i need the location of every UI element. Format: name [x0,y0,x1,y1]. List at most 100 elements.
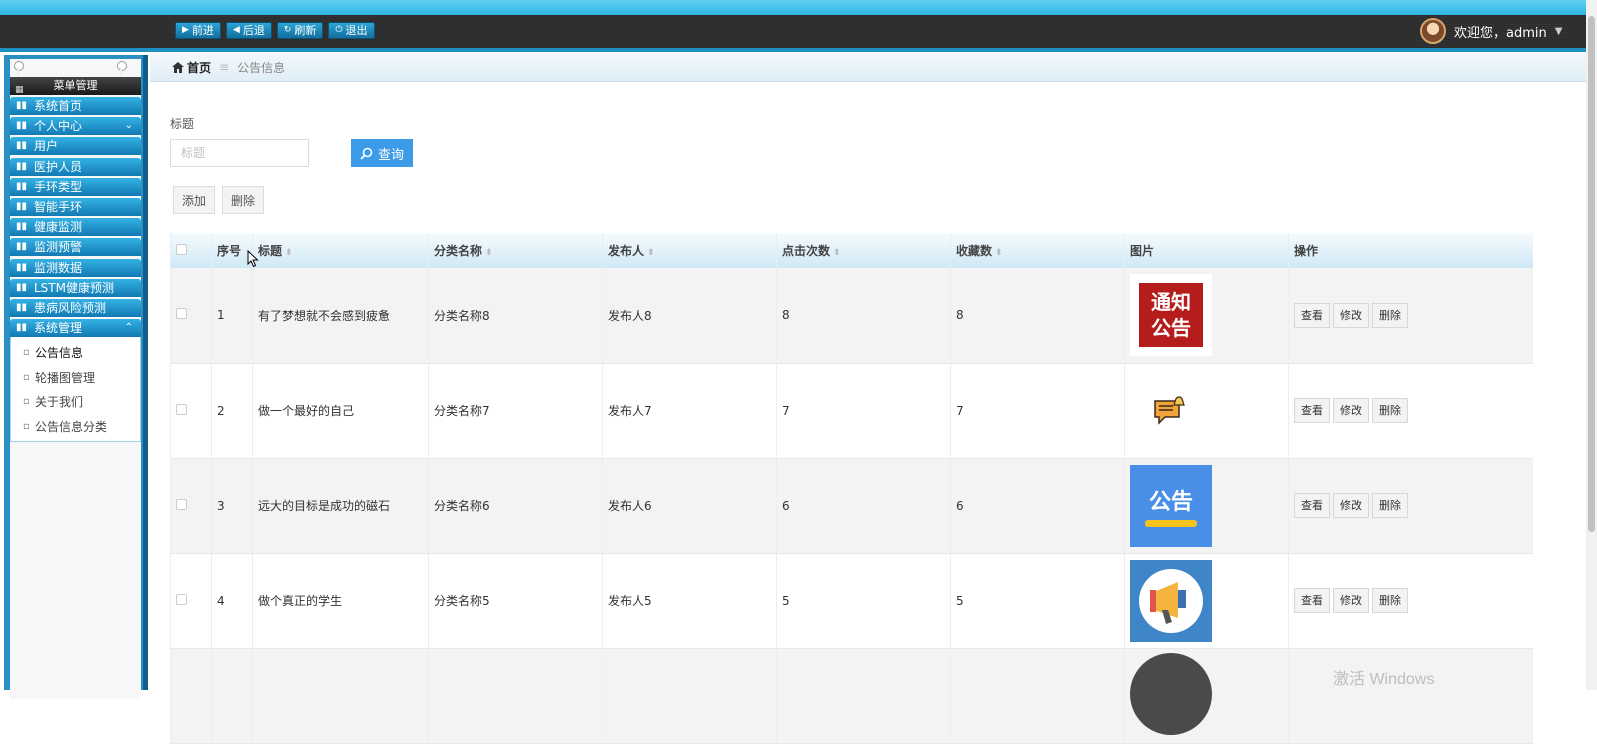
sidebar-item-risk-prediction[interactable]: ▮▮ 患病风险预测 [10,298,141,317]
sidebar-item-system-management[interactable]: ▮▮ 系统管理 ⌃ [10,319,141,338]
back-button[interactable]: ◀ 后退 [225,22,272,39]
title-search-input[interactable] [170,139,309,167]
sidebar-item-health-monitoring[interactable]: ▮▮ 健康监测 [10,218,141,237]
row-checkbox[interactable] [176,593,187,605]
cell-publisher: 发布人7 [602,363,777,459]
announcement-thumbnail: 通知 公告 [1130,274,1212,357]
cell-clicks: 8 [776,268,951,364]
cell-title [252,648,429,744]
top-strip [0,0,1597,15]
edit-button[interactable]: 修改 [1333,398,1369,423]
notice-image: 通知 公告 [1139,283,1203,348]
select-all-checkbox[interactable] [176,243,187,255]
sidebar-item-smart-band[interactable]: ▮▮ 智能手环 [10,197,141,216]
sidebar-item-band-types[interactable]: ▮▮ 手环类型 [10,177,141,196]
view-button[interactable]: 查看 [1294,588,1330,613]
add-button[interactable]: 添加 [173,186,216,214]
cell-category: 分类名称5 [428,553,603,649]
user-menu[interactable]: 欢迎您，admin ▼ [1420,17,1562,45]
book-icon: ▮▮ [16,221,28,233]
subitem-about-us[interactable]: ▫ 关于我们 [11,390,140,415]
header-clicks[interactable]: 点击次数 ⬍ [776,233,951,268]
announcement-thumbnail [1130,559,1212,642]
announcement-thumbnail [1130,369,1212,452]
edit-button[interactable]: 修改 [1333,302,1369,328]
cell-index: 3 [211,458,253,554]
announcement-table: 序号 标题 ⬍ 分类名称 ⬍ 发布人 ⬍ 点击次数 ⬍ 收藏数 ⬍ 图片 操作 1 有了梦… [170,233,1533,744]
delete-button[interactable]: 删除 [1372,398,1408,423]
scrollbar-thumb[interactable] [1588,16,1595,532]
table-row: 2 做一个最好的自己 分类名称7 发布人7 7 7 查看 修改 删除 [170,363,1533,459]
cell-image [1124,363,1289,459]
sidebar-item-monitoring-data[interactable]: ▮▮ 监测数据 [10,258,141,277]
view-button[interactable]: 查看 [1294,302,1330,328]
delete-button[interactable]: 删除 [1372,588,1408,613]
sidebar-item-monitoring-alerts[interactable]: ▮▮ 监测预警 [10,238,141,257]
breadcrumb-separator: ≡ [219,60,230,74]
breadcrumb-home[interactable]: 首页 [172,59,211,76]
cell-favorites: 7 [950,363,1125,459]
cell-title: 做个真正的学生 [252,553,429,649]
mouse-cursor-icon [247,250,259,268]
header-publisher[interactable]: 发布人 ⬍ [602,233,777,268]
row-select-cell [170,363,212,459]
book-icon: ▮▮ [16,180,28,192]
square-icon: ▫ [23,396,30,408]
delete-button[interactable]: 删除 [1372,493,1408,518]
chevron-up-icon: ⌃ [124,322,133,334]
row-select-cell [170,553,212,649]
header-title[interactable]: 标题 ⬍ [252,233,429,268]
forward-button[interactable]: ▶ 前进 [175,22,221,39]
sidebar-item-home[interactable]: ▮▮ 系统首页 [10,97,141,115]
view-button[interactable]: 查看 [1294,493,1330,518]
subitem-announcement-categories[interactable]: ▫ 公告信息分类 [11,415,140,440]
row-checkbox[interactable] [176,308,187,320]
row-checkbox[interactable] [176,498,187,510]
windows-activation-watermark: 激活 Windows [1333,671,1435,688]
edit-button[interactable]: 修改 [1333,493,1369,518]
logout-button[interactable]: ⏻ 退出 [328,22,375,39]
edit-button[interactable]: 修改 [1333,588,1369,613]
title-filter-label: 标题 [170,117,195,131]
cell-category: 分类名称7 [428,363,603,459]
header-category[interactable]: 分类名称 ⬍ [428,233,603,268]
menu-header: ▦ 菜单管理 [10,77,141,95]
sidebar-item-personal-center[interactable]: ▮▮ 个人中心 ⌄ [10,117,141,136]
subitem-announcements[interactable]: ▫ 公告信息 [11,341,140,366]
header-ops: 操作 [1288,233,1533,268]
book-icon: ▮▮ [16,160,28,172]
vertical-scrollbar[interactable] [1586,0,1597,690]
square-icon: ▫ [23,371,30,383]
book-icon: ▮▮ [16,301,28,313]
delete-button[interactable]: 删除 [1372,302,1408,328]
cell-image [1124,648,1289,744]
cell-ops: 查看 修改 删除 [1288,363,1533,459]
avatar [1420,18,1446,44]
sidebar: ▦ 菜单管理 ▮▮ 系统首页 ▮▮ 个人中心 ⌄ ▮▮ 用户 ▮▮ 医护人员 ▮▮ 手环类型… [4,55,148,699]
subitem-carousel[interactable]: ▫ 轮播图管理 [11,366,140,391]
cell-index: 2 [211,363,253,459]
book-icon: ▮▮ [16,140,28,152]
user-greeting: 欢迎您，admin [1454,25,1547,41]
table-header-row: 序号 标题 ⬍ 分类名称 ⬍ 发布人 ⬍ 点击次数 ⬍ 收藏数 ⬍ 图片 操作 [170,233,1533,268]
power-icon: ⏻ [335,25,343,35]
refresh-button[interactable]: ↻ 刷新 [276,22,324,39]
cell-category: 分类名称8 [428,268,603,364]
nav-toolbar: ▶ 前进 ◀ 后退 ↻ 刷新 ⏻ 退出 [175,22,375,39]
sidebar-item-medical-staff[interactable]: ▮▮ 医护人员 [10,157,141,176]
cell-ops: 查看 修改 删除 [1288,458,1533,554]
square-icon: ▫ [23,347,30,359]
book-icon: ▮▮ [16,241,28,253]
query-button[interactable]: 查询 [351,139,413,167]
book-icon: ▮▮ [16,100,28,111]
sidebar-item-users[interactable]: ▮▮ 用户 [10,137,141,156]
cell-index: 1 [211,268,253,364]
sidebar-item-lstm-prediction[interactable]: ▮▮ LSTM健康预测 [10,278,141,297]
view-button[interactable]: 查看 [1294,398,1330,423]
book-icon: ▮▮ [16,200,28,212]
header-favorites[interactable]: 收藏数 ⬍ [950,233,1125,268]
row-checkbox[interactable] [176,403,187,415]
bulk-delete-button[interactable]: 删除 [222,186,265,214]
sort-icon: ⬍ [485,248,493,258]
cell-ops [1288,648,1533,744]
